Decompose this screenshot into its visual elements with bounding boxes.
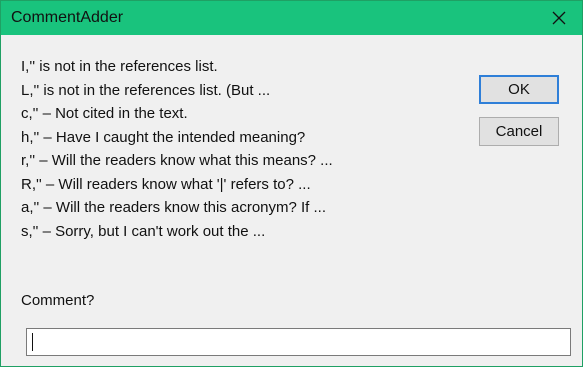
comment-input[interactable] xyxy=(26,328,571,356)
ok-button[interactable]: OK xyxy=(479,75,559,104)
list-item[interactable]: I,'' is not in the references list. xyxy=(21,55,461,79)
list-item[interactable]: s,'' – Sorry, but I can't work out the .… xyxy=(21,220,461,244)
text-caret xyxy=(32,333,33,351)
list-item[interactable]: L,'' is not in the references list. (But… xyxy=(21,79,461,103)
list-item[interactable]: c,'' – Not cited in the text. xyxy=(21,102,461,126)
title-bar[interactable]: CommentAdder xyxy=(1,1,582,35)
list-item[interactable]: h,'' – Have I caught the intended meanin… xyxy=(21,126,461,150)
list-item[interactable]: a,'' – Will the readers know this acrony… xyxy=(21,196,461,220)
close-icon xyxy=(552,11,566,25)
window-title: CommentAdder xyxy=(11,9,124,26)
list-item[interactable]: r,'' – Will the readers know what this m… xyxy=(21,149,461,173)
comment-template-list[interactable]: I,'' is not in the references list. L,''… xyxy=(21,55,461,243)
close-button[interactable] xyxy=(536,1,582,35)
list-item[interactable]: R,'' – Will readers know what '|' refers… xyxy=(21,173,461,197)
comment-adder-dialog: CommentAdder I,'' is not in the referenc… xyxy=(0,0,583,367)
cancel-button[interactable]: Cancel xyxy=(479,117,559,146)
comment-label: Comment? xyxy=(21,292,95,309)
